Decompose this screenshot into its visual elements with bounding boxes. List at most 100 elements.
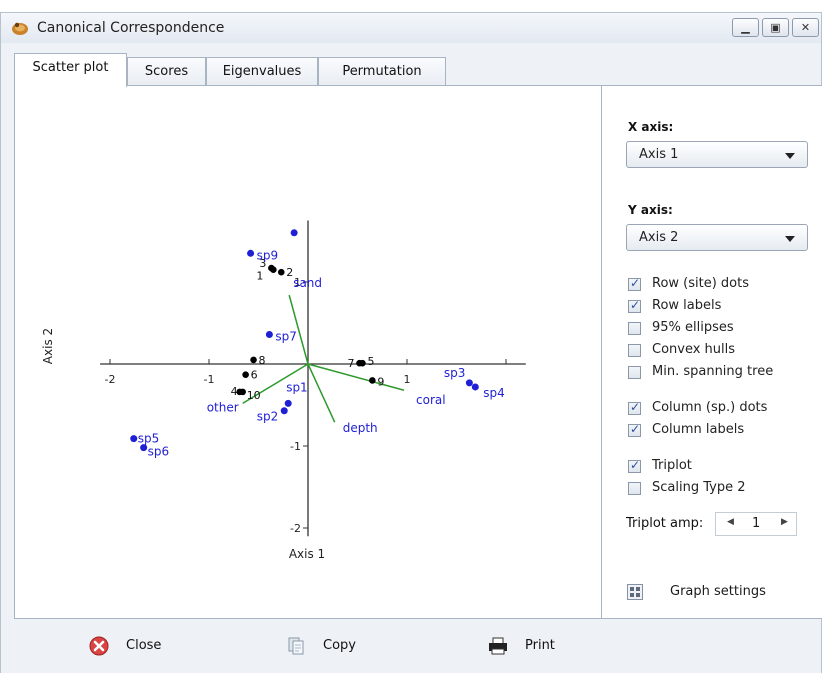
- biplot-arrow-coral: [307, 363, 405, 391]
- close-button-label: Close: [126, 638, 162, 653]
- maximize-icon: ▣: [770, 21, 781, 34]
- copy-button-label: Copy: [323, 638, 356, 653]
- copy-button[interactable]: Copy: [286, 633, 386, 659]
- species-dot-sp5: [130, 435, 138, 443]
- check-icon: ✓: [630, 458, 641, 472]
- biplot-label-sand: sand: [293, 276, 322, 290]
- y-axis-select-label: Y axis:: [628, 203, 673, 217]
- decrement-icon[interactable]: ◀: [727, 517, 734, 527]
- tab-scatter-plot[interactable]: Scatter plot: [14, 53, 127, 87]
- site-dot-3: [268, 264, 275, 272]
- checkbox-label: 95% ellipses: [652, 320, 734, 335]
- species-label-sp2: sp2: [257, 410, 279, 424]
- site-dot-10: [236, 388, 243, 396]
- checkbox-box[interactable]: [628, 344, 641, 357]
- species-dot-sp3: [465, 379, 473, 387]
- species-label-sp5: sp5: [138, 432, 160, 446]
- y-tick-label: -2: [290, 522, 301, 535]
- tab-panel: -2 -1 1 1 -1 -2 sand coral depth other 123456789…: [14, 85, 822, 619]
- site-dot-9: [369, 377, 376, 384]
- check-icon: ✓: [630, 400, 641, 414]
- species-dot-sp9: [247, 249, 255, 257]
- chevron-down-icon: [785, 236, 795, 242]
- site-label-10: 10: [247, 389, 261, 402]
- species-label-sp3: sp3: [444, 366, 466, 380]
- checkbox-label: Triplot: [652, 458, 692, 473]
- checkbox-label: Row (site) dots: [652, 276, 749, 291]
- x-axis-label: Axis 1: [289, 547, 325, 561]
- graph-settings-label: Graph settings: [670, 584, 766, 599]
- species-label-sp7: sp7: [275, 329, 297, 343]
- site-label-2: 2: [286, 266, 293, 279]
- tab-permutation[interactable]: Permutation: [318, 57, 446, 86]
- species-dot-sp4: [471, 383, 479, 391]
- window-title: Canonical Correspondence: [37, 20, 225, 36]
- minimize-button[interactable]: ▁: [732, 18, 759, 37]
- y-axis-select[interactable]: Axis 2: [626, 224, 808, 251]
- checkbox-box[interactable]: [628, 482, 641, 495]
- species-dot-sp1: [284, 399, 292, 407]
- triplot-amp-label: Triplot amp:: [626, 516, 704, 531]
- close-icon: [89, 636, 109, 656]
- check-icon: ✓: [630, 276, 641, 290]
- site-label-6: 6: [251, 369, 258, 382]
- check-icon: ✓: [630, 298, 641, 312]
- graph-settings-icon: [627, 584, 643, 600]
- x-tick-label: -1: [204, 373, 215, 386]
- x-axis-select-label: X axis:: [628, 120, 674, 134]
- y-axis-select-value: Axis 2: [639, 230, 679, 245]
- site-dot-7: [356, 359, 363, 367]
- site-label-1: 1: [256, 270, 263, 283]
- bottom-toolbar: Close Copy Print: [1, 619, 821, 673]
- options-sidebar: X axis: Axis 1 Y axis: Axis 2 ✓ Row (site…: [601, 86, 822, 618]
- ordination-chart: -2 -1 11-1-2 sandcoraldepthother 1 23456789…: [41, 220, 526, 561]
- checkbox-box[interactable]: ✓: [628, 276, 641, 291]
- ca-window: Canonical Correspondence ▁ ▣ ✕ Scatter p…: [0, 12, 822, 673]
- plot-area: -2 -1 1 1 -1 -2 sand coral depth other 123456789…: [15, 86, 601, 618]
- checkbox-label: Column (sp.) dots: [652, 400, 768, 415]
- site-dot-8: [250, 356, 257, 364]
- checkbox-box[interactable]: ✓: [628, 400, 641, 415]
- checkbox-box[interactable]: ✓: [628, 298, 641, 313]
- species-dot-sp7: [265, 330, 273, 338]
- triplot-amp-stepper[interactable]: ◀ 1 ▶: [715, 512, 797, 536]
- site-label-8: 8: [259, 354, 266, 367]
- tab-eigenvalues[interactable]: Eigenvalues: [206, 57, 318, 86]
- copy-icon: [288, 637, 304, 655]
- graph-settings-button[interactable]: Graph settings: [626, 582, 796, 604]
- app-icon: [12, 22, 28, 35]
- maximize-button[interactable]: ▣: [762, 18, 789, 37]
- print-button[interactable]: Print: [488, 633, 588, 659]
- checkbox-label: Convex hulls: [652, 342, 736, 357]
- species-label-sp6: sp6: [148, 445, 170, 459]
- checkbox-box[interactable]: ✓: [628, 458, 641, 473]
- x-axis-select[interactable]: Axis 1: [626, 141, 808, 168]
- checkbox-box[interactable]: ✓: [628, 422, 641, 437]
- checkbox-box[interactable]: [628, 366, 641, 379]
- x-axis-select-value: Axis 1: [639, 147, 679, 162]
- checkbox-label: Min. spanning tree: [652, 364, 774, 379]
- check-icon: ✓: [630, 422, 641, 436]
- species-dot: [290, 229, 298, 237]
- site-dot-6: [242, 371, 249, 378]
- checkbox-label: Column labels: [652, 422, 745, 437]
- biplot-arrow-depth: [307, 363, 336, 423]
- site-dot-2: [277, 268, 285, 276]
- x-tick-label: 1: [404, 373, 411, 386]
- site-label-7: 7: [347, 357, 354, 370]
- checkbox-label: Scaling Type 2: [652, 480, 746, 495]
- y-tick-label: -1: [290, 440, 301, 453]
- species-dot-sp6: [140, 444, 148, 452]
- checkbox-box[interactable]: [628, 322, 641, 335]
- tab-scores[interactable]: Scores: [127, 57, 206, 86]
- biplot-label-other: other: [207, 400, 239, 414]
- close-button[interactable]: Close: [89, 633, 189, 659]
- print-button-label: Print: [525, 638, 555, 653]
- biplot-label-coral: coral: [416, 393, 446, 407]
- y-axis-label: Axis 2: [41, 328, 55, 364]
- chevron-down-icon: [785, 153, 795, 159]
- increment-icon[interactable]: ▶: [781, 517, 788, 527]
- close-window-button[interactable]: ✕: [792, 18, 819, 37]
- species-label-sp4: sp4: [483, 386, 505, 400]
- checkbox-label: Row labels: [652, 298, 722, 313]
